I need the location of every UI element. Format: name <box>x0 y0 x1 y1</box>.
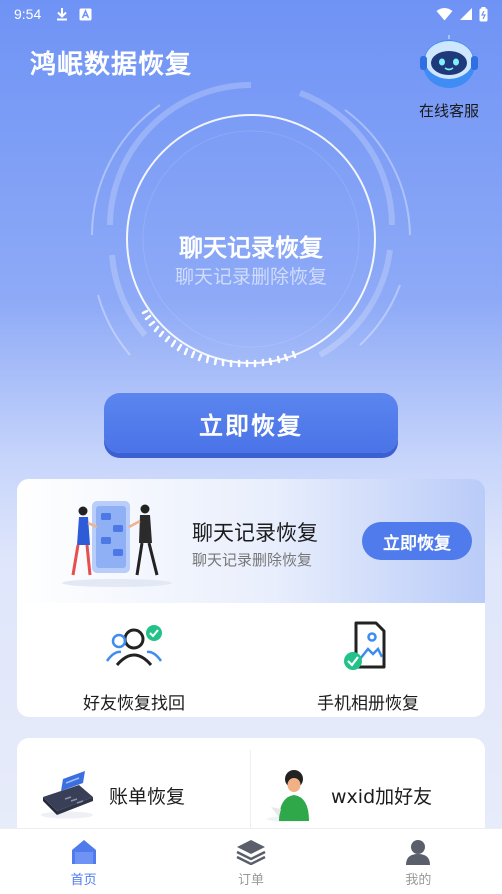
chat-recovery-title: 聊天记录恢复 <box>192 521 318 545</box>
profile-icon <box>406 840 431 865</box>
add-friend-person-icon <box>267 770 311 822</box>
friend-recovery-item[interactable]: 好友恢复找回 <box>17 619 251 714</box>
hero-subtitle: 聊天记录删除恢复 <box>174 266 327 288</box>
orders-icon <box>236 840 266 865</box>
friend-recovery-label: 好友恢复找回 <box>83 694 185 714</box>
bill-recovery-item[interactable]: 账单恢复 <box>39 760 185 830</box>
chat-recovery-banner[interactable]: 聊天记录恢复 聊天记录删除恢复 立即恢复 <box>17 479 485 603</box>
status-time: 9:54 <box>14 6 42 22</box>
friends-icon <box>105 625 163 667</box>
signal-icon <box>460 8 472 20</box>
restore-now-button[interactable]: 立即恢复 <box>104 393 398 453</box>
bill-recovery-label: 账单恢复 <box>109 785 186 808</box>
wxid-add-friend-item[interactable]: wxid加好友 <box>261 760 432 830</box>
photo-album-icon <box>344 621 386 670</box>
wifi-icon <box>436 7 453 20</box>
wxid-add-friend-label: wxid加好友 <box>331 785 433 808</box>
photo-album-recovery-label: 手机相册恢复 <box>317 694 419 714</box>
chat-recovery-card: 聊天记录恢复 聊天记录删除恢复 立即恢复 好友恢复找回 手机相册恢复 <box>17 479 485 717</box>
chat-recovery-illustration <box>62 501 172 587</box>
more-services-card: 账单恢复 wxid加好友 <box>17 738 485 838</box>
battery-icon <box>479 6 488 21</box>
tab-profile-label: 我的 <box>405 873 432 888</box>
status-bar: 9:54 <box>0 0 502 28</box>
photo-album-recovery-item[interactable]: 手机相册恢复 <box>251 619 485 714</box>
chat-recovery-button[interactable]: 立即恢复 <box>362 522 472 560</box>
tab-profile[interactable]: 我的 <box>335 829 502 894</box>
hero-title: 聊天记录恢复 <box>179 234 323 262</box>
tab-orders-label: 订单 <box>237 873 264 888</box>
app-notification-icon <box>79 8 92 20</box>
tab-home[interactable]: 首页 <box>0 829 167 894</box>
download-icon <box>57 8 68 21</box>
card-divider <box>250 750 251 830</box>
tab-orders[interactable]: 订单 <box>167 829 334 894</box>
home-icon <box>71 840 96 864</box>
bill-icon <box>41 771 93 819</box>
bottom-tab-bar: 首页 订单 我的 <box>0 828 502 894</box>
chat-recovery-subtitle: 聊天记录删除恢复 <box>192 551 313 569</box>
tab-home-label: 首页 <box>70 873 97 888</box>
